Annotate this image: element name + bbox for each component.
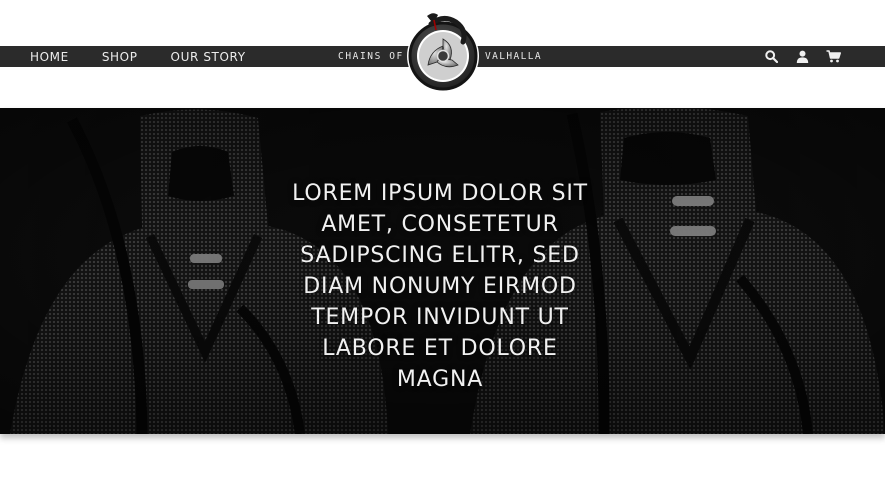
hero-headline: LOREM IPSUM DOLOR SIT AMET, CONSETETUR S… bbox=[292, 181, 588, 392]
nav-icon-group bbox=[748, 46, 841, 67]
nav-shop-link[interactable]: SHOP bbox=[102, 50, 138, 64]
nav-home-link[interactable]: HOME bbox=[30, 50, 69, 64]
brand-name-right: VALHALLA bbox=[485, 51, 542, 62]
nav-our-story-link[interactable]: OUR STORY bbox=[171, 50, 246, 64]
main-nav: HOME SHOP OUR STORY bbox=[30, 46, 279, 67]
brand-logo[interactable] bbox=[403, 8, 483, 96]
search-icon[interactable] bbox=[763, 49, 779, 65]
user-icon[interactable] bbox=[794, 49, 810, 65]
brand-name-left: CHAINS OF bbox=[338, 51, 404, 62]
cart-icon[interactable] bbox=[825, 49, 841, 65]
hero-banner: LOREM IPSUM DOLOR SIT AMET, CONSETETUR S… bbox=[0, 108, 885, 434]
